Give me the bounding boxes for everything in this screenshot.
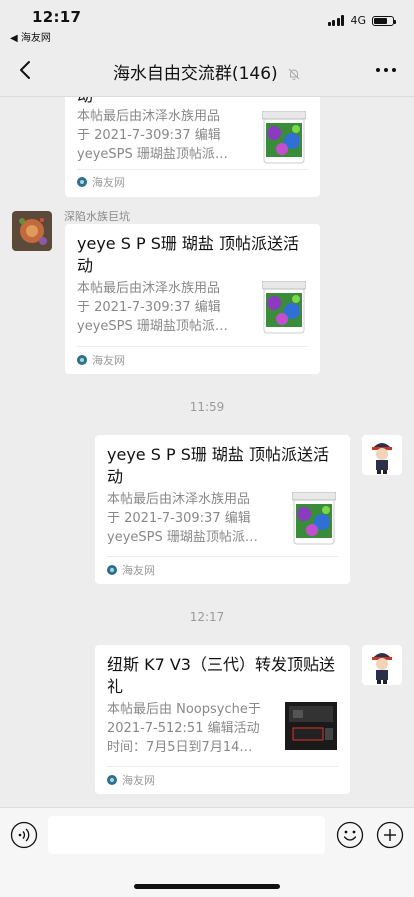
source-logo-icon [77, 355, 87, 365]
timestamp: 11:59 [189, 400, 225, 414]
card-divider [77, 346, 308, 347]
plus-icon[interactable] [376, 821, 404, 849]
source-logo-icon [107, 565, 117, 575]
message-input-bar [0, 807, 414, 897]
back-to-app-link[interactable]: ◀ 海友网 [10, 29, 51, 44]
more-options-icon[interactable] [374, 58, 398, 82]
chat-header: 海水自由交流群(146) [0, 44, 414, 97]
card-source: 海友网 [107, 562, 155, 578]
bell-slash-icon [288, 68, 300, 80]
card-description: 本帖最后由沐泽水族用品于 2021-7-309:37 编辑 yeyeSPS 珊瑚盐… [77, 281, 228, 334]
product-thumbnail [262, 281, 306, 334]
message-text-input[interactable] [48, 816, 325, 854]
cartoon-avatar-image [362, 435, 402, 475]
signal-icon [327, 15, 345, 26]
link-card-message[interactable]: 动 本帖最后由沐泽水族用品于 2021-7-309:37 编辑yeyeSPS 珊… [65, 97, 320, 197]
link-card-message[interactable]: 纽斯 K7 V3（三代）转发顶贴送礼 本帖最后由 Noopsyche于 2021-… [95, 645, 350, 794]
product-thumbnail [262, 111, 306, 164]
card-title: yeye S P S珊 瑚盐 顶帖派送活动 [77, 234, 300, 275]
sender-avatar[interactable] [12, 211, 52, 251]
source-logo-icon [77, 177, 87, 187]
status-bar: 12:17 ◀ 海友网 4G [0, 0, 414, 44]
timestamp: 12:17 [189, 610, 225, 624]
source-logo-icon [107, 775, 117, 785]
emoji-icon[interactable] [336, 821, 364, 849]
card-title: 纽斯 K7 V3（三代）转发顶贴送礼 [107, 655, 335, 696]
card-description: 本帖最后由沐泽水族用品于 2021-7-309:37 编辑 yeyeSPS 珊瑚盐… [77, 109, 228, 162]
status-time: 12:17 [32, 8, 82, 26]
card-divider [107, 766, 338, 767]
card-title: 动 [77, 97, 308, 107]
product-thumbnail [292, 492, 336, 545]
card-description: 本帖最后由 Noopsyche于 2021-7-512:51 编辑活动 时间：7月5… [107, 702, 261, 755]
home-indicator[interactable] [134, 884, 280, 889]
status-indicators: 4G [327, 14, 396, 27]
card-description: 本帖最后由沐泽水族用品于 2021-7-309:37 编辑 yeyeSPS 珊瑚盐… [107, 492, 258, 545]
link-card-message[interactable]: yeye S P S珊 瑚盐 顶帖派送活动 本帖最后由沐泽水族用品于 2021-… [65, 224, 320, 374]
chat-message-list[interactable]: 动 本帖最后由沐泽水族用品于 2021-7-309:37 编辑yeyeSPS 珊… [0, 97, 414, 807]
card-source: 海友网 [77, 352, 125, 368]
network-label: 4G [350, 14, 366, 27]
chat-title: 海水自由交流群(146) [0, 59, 414, 84]
voice-input-icon[interactable] [10, 821, 38, 849]
link-card-message[interactable]: yeye S P S珊 瑚盐 顶帖派送活动 本帖最后由沐泽水族用品于 2021-… [95, 435, 350, 584]
battery-icon [372, 15, 396, 26]
coral-avatar-image [12, 211, 52, 251]
sender-name: 深陷水族巨坑 [64, 210, 130, 223]
card-source: 海友网 [107, 772, 155, 788]
my-avatar[interactable] [362, 435, 402, 475]
card-divider [107, 556, 338, 557]
card-divider [77, 169, 308, 170]
product-thumbnail [285, 702, 337, 750]
cartoon-avatar-image [362, 645, 402, 685]
group-name: 海水自由交流群(146) [112, 64, 278, 84]
card-title: yeye S P S珊 瑚盐 顶帖派送活动 [107, 445, 330, 486]
my-avatar[interactable] [362, 645, 402, 685]
card-source: 海友网 [77, 174, 125, 190]
